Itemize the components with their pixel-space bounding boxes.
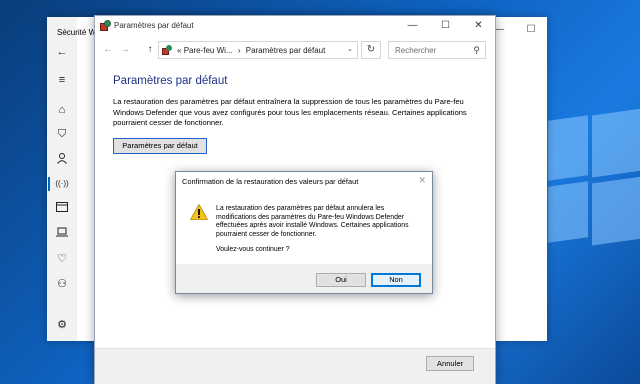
dialog-title: Confirmation de la restauration des vale…: [182, 177, 359, 186]
navigation-bar: ← → ↑ « Pare-feu Wi... › Paramètres par …: [95, 38, 495, 62]
close-icon[interactable]: ✕: [418, 175, 426, 186]
window-controls: — ☐ ✕: [396, 16, 495, 36]
firewall-app-icon: [162, 45, 173, 56]
breadcrumb-separator: ›: [237, 46, 241, 55]
restore-defaults-button[interactable]: Paramètres par défaut: [113, 138, 207, 154]
close-icon[interactable]: ✕: [462, 16, 495, 36]
refresh-icon[interactable]: ↻: [361, 41, 381, 59]
up-arrow-icon[interactable]: ↑: [143, 42, 157, 58]
dialog-title-bar[interactable]: Confirmation de la restauration des vale…: [176, 172, 432, 190]
family-icon[interactable]: ⚇: [55, 277, 69, 291]
search-placeholder: Rechercher: [395, 46, 437, 55]
footer-bar: Annuler: [95, 348, 495, 384]
search-icon[interactable]: ⚲: [473, 45, 480, 56]
back-arrow-icon[interactable]: ←: [101, 42, 115, 58]
hamburger-icon[interactable]: ≡: [55, 73, 69, 87]
home-icon[interactable]: ⌂: [55, 103, 69, 117]
address-bar[interactable]: « Pare-feu Wi... › Paramètres par défaut…: [158, 41, 358, 59]
breadcrumb-overflow[interactable]: «: [177, 46, 181, 55]
back-arrow-icon[interactable]: ←: [55, 45, 69, 59]
page-title: Paramètres par défaut: [113, 75, 228, 87]
forward-arrow-icon[interactable]: →: [118, 42, 132, 58]
yes-button[interactable]: Oui: [316, 273, 366, 287]
firewall-app-icon: [100, 20, 111, 31]
windows-logo: [548, 108, 640, 258]
heart-icon[interactable]: ♡: [55, 252, 69, 266]
breadcrumb: « Pare-feu Wi... › Paramètres par défaut: [177, 46, 325, 55]
search-input[interactable]: Rechercher ⚲: [388, 41, 486, 59]
cancel-button[interactable]: Annuler: [426, 356, 474, 371]
chevron-down-icon[interactable]: ⌄: [347, 45, 353, 53]
maximize-icon[interactable]: ☐: [515, 17, 547, 43]
wifi-antenna-icon[interactable]: ((·)): [55, 177, 69, 191]
dialog-question: Voulez-vous continuer ?: [216, 246, 290, 253]
active-indicator: [48, 177, 50, 191]
dialog-message: La restauration des paramètres par défau…: [216, 205, 409, 238]
dialog-body: La restauration des paramètres par défau…: [176, 190, 432, 264]
shield-icon[interactable]: ⛉: [55, 127, 69, 141]
window-title: Paramètres par défaut: [114, 21, 194, 30]
no-button[interactable]: Non: [371, 273, 421, 287]
person-icon[interactable]: [55, 152, 69, 166]
maximize-icon[interactable]: ☐: [429, 16, 462, 36]
breadcrumb-default-settings[interactable]: Paramètres par défaut: [246, 46, 326, 55]
security-window-title: Sécurité Wi: [57, 28, 98, 37]
minimize-icon[interactable]: —: [396, 16, 429, 36]
breadcrumb-firewall[interactable]: Pare-feu Wi...: [184, 46, 233, 55]
laptop-icon[interactable]: [55, 227, 69, 241]
title-bar[interactable]: Paramètres par défaut — ☐ ✕: [95, 16, 495, 36]
browser-icon[interactable]: [55, 202, 69, 216]
confirmation-dialog[interactable]: Confirmation de la restauration des vale…: [175, 171, 433, 294]
gear-icon[interactable]: ⚙: [55, 318, 69, 332]
warning-icon: [189, 203, 209, 220]
description-text: La restauration des paramètres par défau…: [113, 97, 467, 127]
